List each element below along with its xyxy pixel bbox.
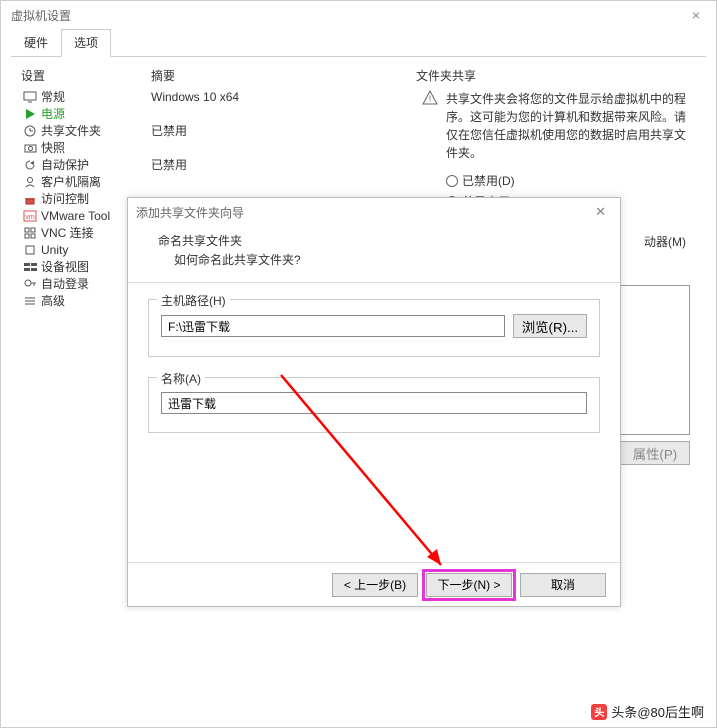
grid-icon	[21, 226, 39, 240]
box-icon	[21, 243, 39, 257]
tab-options[interactable]: 选项	[61, 29, 111, 57]
properties-button: 属性(P)	[620, 441, 690, 465]
group-folder-sharing: 文件夹共享	[416, 67, 696, 84]
radio-disabled-row[interactable]: 已禁用(D)	[446, 172, 696, 189]
setting-summary: 已禁用	[151, 156, 376, 173]
monitor-icon	[21, 90, 39, 104]
name-input[interactable]	[161, 392, 587, 414]
setting-summary: Windows 10 x64	[151, 90, 376, 104]
warning-icon: !	[422, 90, 438, 162]
host-path-input[interactable]	[161, 315, 505, 337]
tab-hardware[interactable]: 硬件	[11, 29, 61, 56]
tool-icon	[21, 260, 39, 274]
wizard-heading: 命名共享文件夹	[158, 232, 590, 249]
setting-label: 自动保护	[41, 156, 151, 173]
setting-label: 共享文件夹	[41, 122, 151, 139]
svg-text:!: !	[429, 94, 432, 104]
watermark-text: 头条@80后生啊	[611, 702, 704, 721]
warning-text: 共享文件夹会将您的文件显示给虚拟机中的程序。这可能为您的计算机和数据带来风险。请…	[446, 90, 696, 162]
next-button[interactable]: 下一步(N) >	[426, 573, 512, 597]
watermark-icon: 头	[591, 704, 607, 720]
vm-icon: vm	[21, 209, 39, 223]
setting-label: 客户机隔离	[41, 173, 151, 190]
play-icon	[21, 107, 39, 121]
refresh-icon	[21, 158, 39, 172]
user-icon	[21, 175, 39, 189]
setting-row[interactable]: 快照	[21, 139, 376, 156]
wizard-dialog: 添加共享文件夹向导 ✕ 命名共享文件夹 如何命名此共享文件夹? 主机路径(H) …	[127, 197, 621, 607]
setting-row[interactable]: 自动保护已禁用	[21, 156, 376, 173]
radio-disabled[interactable]	[446, 175, 458, 187]
setting-summary: 已禁用	[151, 122, 376, 139]
camera-icon	[21, 141, 39, 155]
wizard-subheading: 如何命名此共享文件夹?	[158, 251, 590, 268]
radio-disabled-label: 已禁用(D)	[462, 172, 515, 189]
setting-row[interactable]: 共享文件夹已禁用	[21, 122, 376, 139]
host-path-label: 主机路径(H)	[157, 292, 230, 309]
column-header-setting: 设置	[21, 67, 151, 84]
bars-icon	[21, 294, 39, 308]
setting-row[interactable]: 客户机隔离	[21, 173, 376, 190]
window-close-button[interactable]: ×	[686, 7, 706, 23]
wizard-title: 添加共享文件夹向导	[136, 204, 244, 221]
column-header-summary: 摘要	[151, 67, 376, 84]
setting-label: 快照	[41, 139, 151, 156]
setting-label: 电源	[41, 105, 151, 122]
watermark: 头 头条@80后生啊	[591, 702, 704, 721]
setting-row[interactable]: 电源	[21, 105, 376, 122]
cancel-button[interactable]: 取消	[520, 573, 606, 597]
wizard-close-button[interactable]: ✕	[589, 204, 612, 220]
preview-box	[620, 285, 690, 435]
browse-button[interactable]: 浏览(R)...	[513, 314, 587, 338]
key-icon	[21, 277, 39, 291]
setting-label: 常规	[41, 88, 151, 105]
svg-text:vm: vm	[25, 214, 35, 221]
name-label: 名称(A)	[157, 370, 205, 387]
back-button[interactable]: < 上一步(B)	[332, 573, 418, 597]
lock-icon	[21, 192, 39, 206]
setting-row[interactable]: 常规Windows 10 x64	[21, 88, 376, 105]
window-title: 虚拟机设置	[11, 7, 71, 24]
map-drive-text: 动器(M)	[644, 233, 686, 250]
clock-icon	[21, 124, 39, 138]
